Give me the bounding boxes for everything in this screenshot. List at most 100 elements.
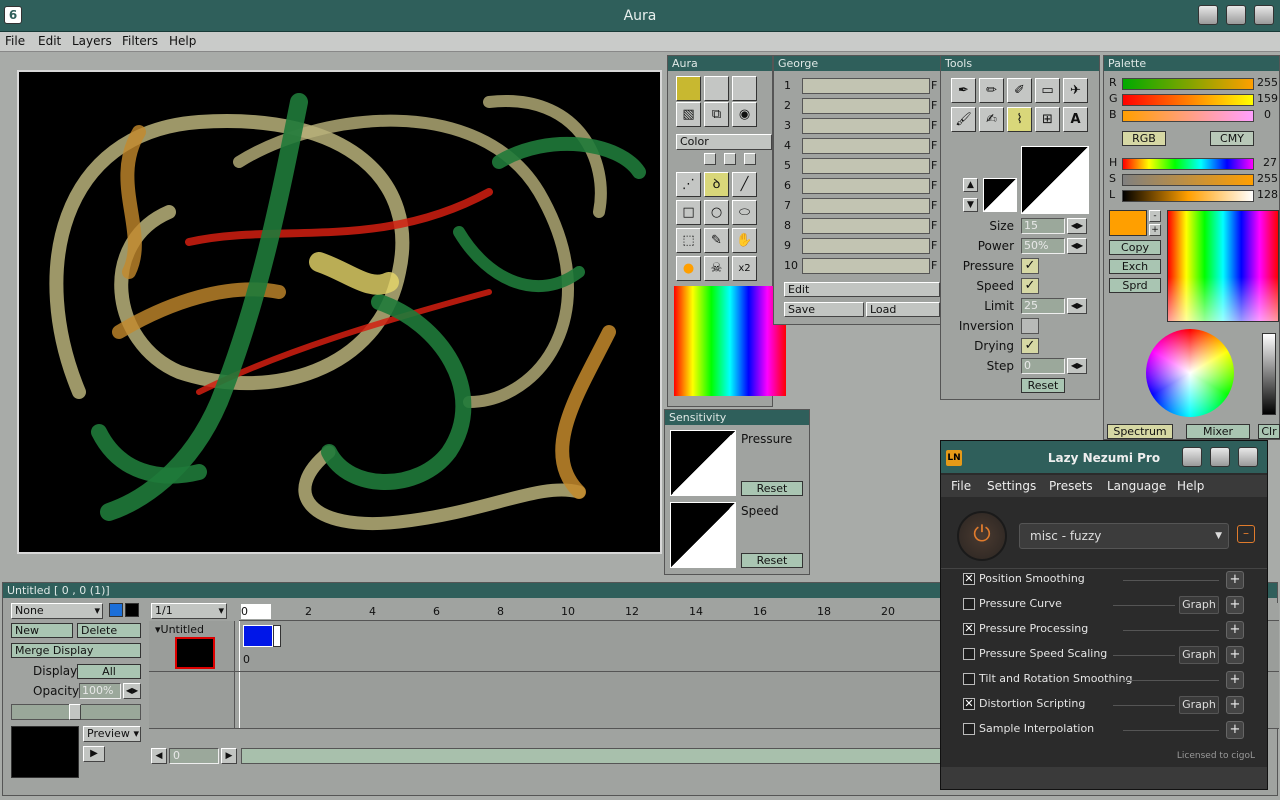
ln-menu-language[interactable]: Language — [1107, 479, 1166, 493]
exch-button[interactable]: Exch — [1109, 259, 1161, 274]
swatch-plus-button[interactable]: + — [1149, 224, 1161, 236]
limit-stepper[interactable]: ◀▶ — [1067, 298, 1087, 314]
preview-dropdown[interactable]: Preview ▾ — [83, 726, 141, 742]
line-icon[interactable]: ╱ — [732, 172, 757, 197]
george-script-slot[interactable] — [802, 98, 930, 114]
mixer-tab[interactable]: Mixer — [1186, 424, 1250, 439]
l-slider[interactable] — [1122, 190, 1254, 202]
hand-icon[interactable]: ✋ — [732, 228, 757, 253]
opacity-field[interactable]: 100% — [79, 683, 121, 699]
selection-icon[interactable]: ⬚ — [676, 228, 701, 253]
text-tool-icon[interactable]: A — [1063, 107, 1088, 132]
display-all-button[interactable]: All — [77, 664, 141, 679]
menu-layers[interactable]: Layers — [72, 34, 112, 48]
george-script-slot[interactable] — [802, 238, 930, 254]
sprd-button[interactable]: Sprd — [1109, 278, 1161, 293]
freehand-icon[interactable]: ꝺ — [704, 172, 729, 197]
clr-tab[interactable]: Clr — [1258, 424, 1280, 439]
current-color-swatch[interactable] — [1109, 210, 1147, 236]
menu-file[interactable]: File — [5, 34, 25, 48]
drawing-canvas[interactable] — [17, 70, 662, 554]
george-script-slot[interactable] — [802, 218, 930, 234]
brush-preset-3[interactable] — [732, 76, 757, 101]
bg-color-chip[interactable] — [125, 603, 139, 617]
airbrush-icon[interactable]: ✈ — [1063, 78, 1088, 103]
brush-icon[interactable]: 🖌 — [951, 107, 976, 132]
ln-option-expand-button[interactable]: + — [1226, 721, 1244, 739]
eraser-icon[interactable]: ▭ — [1035, 78, 1060, 103]
frame-cell[interactable] — [243, 625, 273, 647]
color-wheel[interactable] — [1146, 329, 1234, 417]
circle-icon[interactable]: ○ — [704, 200, 729, 225]
dot-option-2[interactable] — [724, 153, 736, 165]
george-load-button[interactable]: Load — [866, 302, 940, 317]
opacity-slider-handle[interactable] — [69, 704, 81, 720]
zoom-x2-icon[interactable]: x2 — [732, 256, 757, 281]
ln-option-checkbox[interactable] — [963, 673, 975, 685]
power-stepper[interactable]: ◀▶ — [1067, 238, 1087, 254]
color-mode-field[interactable]: Color — [676, 134, 772, 150]
skull-icon[interactable]: ☠ — [704, 256, 729, 281]
frame-field[interactable]: 0 — [169, 748, 219, 764]
new-layer-button[interactable]: New — [11, 623, 73, 638]
ln-menu-help[interactable]: Help — [1177, 479, 1204, 493]
ln-preset-dropdown[interactable]: misc - fuzzy ▼ — [1019, 523, 1229, 549]
george-script-slot[interactable] — [802, 198, 930, 214]
george-script-slot[interactable] — [802, 258, 930, 274]
r-slider[interactable] — [1122, 78, 1254, 90]
dot-option-1[interactable] — [704, 153, 716, 165]
ln-option-expand-button[interactable]: + — [1226, 696, 1244, 714]
speed-curve-preview[interactable] — [670, 502, 736, 568]
ln-maximize-button[interactable] — [1210, 447, 1230, 467]
george-script-slot[interactable] — [802, 78, 930, 94]
h-slider[interactable] — [1122, 158, 1254, 170]
ellipse-icon[interactable]: ⬭ — [732, 200, 757, 225]
step-stepper[interactable]: ◀▶ — [1067, 358, 1087, 374]
ln-menu-file[interactable]: File — [951, 479, 971, 493]
mini-palette-grid[interactable] — [674, 286, 786, 396]
speed-checkbox[interactable]: ✓ — [1021, 278, 1039, 294]
ln-option-expand-button[interactable]: + — [1226, 646, 1244, 664]
pencil-icon[interactable]: ✏ — [979, 78, 1004, 103]
size-stepper[interactable]: ◀▶ — [1067, 218, 1087, 234]
arrow-down-button[interactable]: ▼ — [963, 198, 978, 212]
ln-option-expand-button[interactable]: + — [1226, 671, 1244, 689]
menu-edit[interactable]: Edit — [38, 34, 61, 48]
pressure-checkbox[interactable]: ✓ — [1021, 258, 1039, 274]
sensitivity-speed-reset[interactable]: Reset — [741, 553, 803, 568]
power-field[interactable]: 50% — [1021, 238, 1065, 254]
ln-power-button[interactable]: ⏻ — [957, 511, 1007, 561]
palette-swatches-grid[interactable] — [1167, 210, 1279, 322]
copy-tool-icon[interactable]: ⧉ — [704, 102, 729, 127]
pressure-curve-preview[interactable] — [670, 430, 736, 496]
copy-button[interactable]: Copy — [1109, 240, 1161, 255]
ln-option-checkbox[interactable]: ✕ — [963, 623, 975, 635]
rgb-button[interactable]: RGB — [1122, 131, 1166, 146]
opacity-stepper[interactable]: ◀▶ — [123, 683, 141, 699]
inversion-checkbox[interactable] — [1021, 318, 1039, 334]
dotted-line-icon[interactable]: ⋰ — [676, 172, 701, 197]
fill-tool-icon[interactable]: ▧ — [676, 102, 701, 127]
ln-option-checkbox[interactable]: ✕ — [963, 573, 975, 585]
pen-icon[interactable]: ✒ — [951, 78, 976, 103]
ln-close-button[interactable] — [1238, 447, 1258, 467]
frame-selector[interactable]: 1/1 ▾ — [151, 603, 227, 619]
ln-option-graph-button[interactable]: Graph — [1179, 646, 1219, 664]
ln-preset-minus-button[interactable]: – — [1237, 525, 1255, 543]
menu-help[interactable]: Help — [169, 34, 196, 48]
ln-option-checkbox[interactable] — [963, 598, 975, 610]
ln-menu-settings[interactable]: Settings — [987, 479, 1036, 493]
eyedropper-icon[interactable]: ✎ — [704, 228, 729, 253]
ln-option-graph-button[interactable]: Graph — [1179, 596, 1219, 614]
ln-option-expand-button[interactable]: + — [1226, 571, 1244, 589]
ln-option-checkbox[interactable]: ✕ — [963, 698, 975, 710]
close-button[interactable] — [1254, 5, 1274, 25]
drying-checkbox[interactable]: ✓ — [1021, 338, 1039, 354]
ln-option-expand-button[interactable]: + — [1226, 596, 1244, 614]
ln-minimize-button[interactable] — [1182, 447, 1202, 467]
spectrum-tab[interactable]: Spectrum — [1107, 424, 1173, 439]
ln-option-checkbox[interactable] — [963, 648, 975, 660]
brush-preset-2[interactable] — [704, 76, 729, 101]
g-slider[interactable] — [1122, 94, 1254, 106]
fg-color-chip[interactable] — [109, 603, 123, 617]
